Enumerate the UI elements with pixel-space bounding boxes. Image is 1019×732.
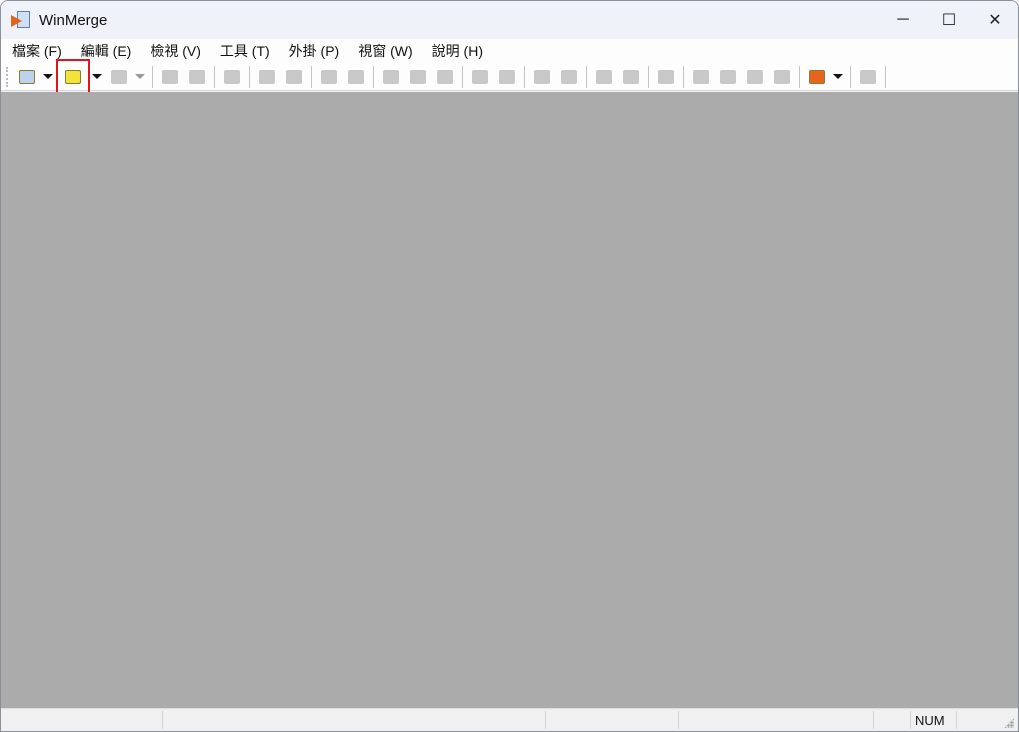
- options-button[interactable]: [220, 65, 244, 89]
- minimize-button[interactable]: ─: [880, 1, 926, 39]
- menu-help[interactable]: 說明 (H): [432, 41, 483, 61]
- maximize-button[interactable]: ☐: [926, 1, 972, 39]
- current-diff-icon: [410, 69, 426, 84]
- last-diff-button[interactable]: [433, 65, 457, 89]
- first-diff-button[interactable]: [379, 65, 403, 89]
- status-divider: [162, 711, 163, 729]
- last-file-button[interactable]: [770, 65, 794, 89]
- copy-left-icon: [499, 69, 515, 84]
- status-divider: [545, 711, 546, 729]
- current-diff-button[interactable]: [406, 65, 430, 89]
- next-diff-button[interactable]: [255, 65, 279, 89]
- merge-icon: [658, 69, 674, 84]
- all-left-button[interactable]: [619, 65, 643, 89]
- next-file-button[interactable]: [743, 65, 767, 89]
- redo-icon: [189, 69, 205, 84]
- copy-left-advance-button[interactable]: [557, 65, 581, 89]
- refresh-button[interactable]: [856, 65, 880, 89]
- window-title: WinMerge: [39, 11, 108, 29]
- toolbar-separator: [214, 65, 215, 88]
- copy-right-advance-icon: [534, 69, 550, 84]
- options-icon: [224, 69, 240, 84]
- refresh-icon: [860, 69, 876, 84]
- prev-diff-button[interactable]: [282, 65, 306, 89]
- menu-plugins[interactable]: 外掛 (P): [289, 41, 340, 61]
- menu-file[interactable]: 檔案 (F): [12, 41, 62, 61]
- winmerge-app-icon: [11, 10, 31, 30]
- toolbar-separator: [586, 65, 587, 88]
- mdi-client-area: [1, 92, 1018, 708]
- save-icon: [111, 69, 127, 84]
- toolbar: [1, 59, 1018, 94]
- open-icon: [65, 69, 81, 84]
- toolbar-grip[interactable]: [6, 67, 8, 87]
- menu-edit[interactable]: 編輯 (E): [81, 41, 132, 61]
- num-lock-indicator: NUM: [915, 713, 945, 728]
- toolbar-separator: [850, 65, 851, 88]
- copy-left-advance-icon: [561, 69, 577, 84]
- undo-button[interactable]: [158, 65, 182, 89]
- next-conflict-button[interactable]: [317, 65, 341, 89]
- open-button[interactable]: [56, 59, 90, 94]
- plugin-wrench-icon: [809, 69, 825, 84]
- toolbar-separator: [524, 65, 525, 88]
- status-divider: [873, 711, 874, 729]
- toolbar-separator: [462, 65, 463, 88]
- winmerge-window: WinMerge ─ ☐ ✕ 檔案 (F) 編輯 (E) 檢視 (V) 工具 (…: [0, 0, 1019, 732]
- redo-button[interactable]: [185, 65, 209, 89]
- all-right-button[interactable]: [592, 65, 616, 89]
- toolbar-separator: [799, 65, 800, 88]
- all-left-icon: [623, 69, 639, 84]
- first-diff-icon: [383, 69, 399, 84]
- prev-conflict-icon: [348, 69, 364, 84]
- plugin-wrench-button[interactable]: [805, 65, 829, 89]
- toolbar-separator: [249, 65, 250, 88]
- menu-window[interactable]: 視窗 (W): [358, 41, 412, 61]
- prev-diff-icon: [286, 69, 302, 84]
- status-bar: NUM: [1, 708, 1018, 731]
- next-conflict-icon: [321, 69, 337, 84]
- toolbar-separator: [311, 65, 312, 88]
- toolbar-separator: [152, 65, 153, 88]
- toolbar-separator: [648, 65, 649, 88]
- first-file-button[interactable]: [689, 65, 713, 89]
- new-button[interactable]: [15, 65, 39, 89]
- first-file-icon: [693, 69, 709, 84]
- status-divider: [956, 711, 957, 729]
- all-right-icon: [596, 69, 612, 84]
- new-icon: [19, 69, 35, 84]
- next-file-icon: [747, 69, 763, 84]
- dropdown-arrow-icon[interactable]: [42, 65, 54, 89]
- dropdown-arrow-icon[interactable]: [134, 65, 146, 89]
- close-button[interactable]: ✕: [972, 1, 1018, 39]
- dropdown-arrow-icon[interactable]: [832, 65, 844, 89]
- dropdown-arrow-icon[interactable]: [91, 65, 103, 89]
- merge-button[interactable]: [654, 65, 678, 89]
- undo-icon: [162, 69, 178, 84]
- prev-file-icon: [720, 69, 736, 84]
- next-diff-icon: [259, 69, 275, 84]
- last-file-icon: [774, 69, 790, 84]
- copy-right-button[interactable]: [468, 65, 492, 89]
- prev-file-button[interactable]: [716, 65, 740, 89]
- toolbar-separator: [885, 65, 886, 88]
- copy-right-advance-button[interactable]: [530, 65, 554, 89]
- save-button[interactable]: [107, 65, 131, 89]
- status-divider: [910, 711, 911, 729]
- status-divider: [678, 711, 679, 729]
- prev-conflict-button[interactable]: [344, 65, 368, 89]
- title-bar: WinMerge ─ ☐ ✕: [1, 1, 1018, 39]
- resize-grip[interactable]: [1004, 718, 1014, 728]
- copy-left-button[interactable]: [495, 65, 519, 89]
- menu-tools[interactable]: 工具 (T): [220, 41, 270, 61]
- menu-bar: 檔案 (F) 編輯 (E) 檢視 (V) 工具 (T) 外掛 (P) 視窗 (W…: [1, 39, 1018, 63]
- copy-right-icon: [472, 69, 488, 84]
- menu-view[interactable]: 檢視 (V): [150, 41, 201, 61]
- last-diff-icon: [437, 69, 453, 84]
- toolbar-separator: [683, 65, 684, 88]
- toolbar-separator: [373, 65, 374, 88]
